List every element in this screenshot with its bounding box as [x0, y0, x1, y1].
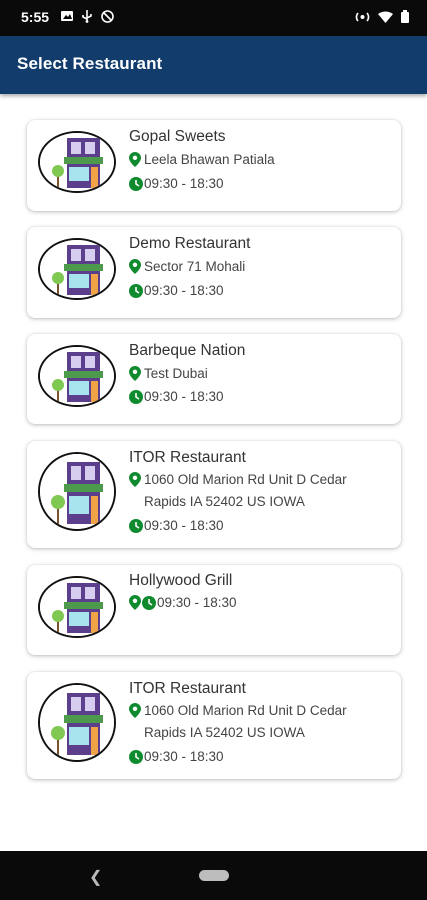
restaurant-card[interactable]: ITOR Restaurant 1060 Old Marion Rd Unit … [27, 441, 401, 548]
back-icon[interactable]: ❮ [89, 867, 102, 887]
system-nav-bar: ❮ [0, 851, 427, 900]
restaurant-name: Barbeque Nation [129, 342, 246, 359]
restaurant-thumbnail [38, 345, 116, 407]
location-pin-icon [129, 259, 141, 274]
restaurant-thumbnail [38, 683, 116, 762]
restaurant-card[interactable]: Barbeque Nation Test Dubai 09:30 - 18:30 [27, 334, 401, 424]
restaurant-hours: 09:30 - 18:30 [144, 389, 224, 404]
store-icon [40, 347, 114, 405]
location-pin-icon [129, 366, 141, 381]
clock-icon [142, 595, 156, 610]
restaurant-name: Demo Restaurant [129, 235, 251, 252]
restaurant-card[interactable]: ITOR Restaurant 1060 Old Marion Rd Unit … [27, 672, 401, 779]
hotspot-icon [355, 11, 370, 22]
restaurant-address: Leela Bhawan Patiala [144, 152, 275, 167]
store-icon [40, 133, 114, 191]
clock-icon [129, 283, 143, 298]
store-icon [40, 240, 114, 298]
app-bar: Select Restaurant [0, 36, 427, 94]
restaurant-hours: 09:30 - 18:30 [144, 283, 224, 298]
store-icon [40, 578, 114, 636]
restaurant-hours: 09:30 - 18:30 [144, 518, 224, 533]
restaurant-address: Test Dubai [144, 366, 208, 381]
restaurant-hours: 09:30 - 18:30 [144, 749, 224, 764]
location-pin-icon [129, 703, 141, 718]
restaurant-name: ITOR Restaurant [129, 449, 246, 466]
page-title: Select Restaurant [17, 54, 163, 73]
restaurant-card[interactable]: Gopal Sweets Leela Bhawan Patiala 09:30 … [27, 120, 401, 211]
restaurant-hours: 09:30 - 18:30 [144, 176, 224, 191]
restaurant-address: Sector 71 Mohali [144, 259, 246, 274]
clock-icon [129, 518, 143, 533]
restaurant-card[interactable]: Demo Restaurant Sector 71 Mohali 09:30 -… [27, 227, 401, 318]
restaurant-hours: 09:30 - 18:30 [157, 595, 237, 610]
image-icon [61, 11, 73, 21]
restaurant-thumbnail [38, 131, 116, 193]
restaurant-name: Hollywood Grill [129, 572, 233, 589]
restaurant-address: 1060 Old Marion Rd Unit D Cedar Rapids I… [144, 703, 347, 740]
restaurant-card[interactable]: Hollywood Grill 09:30 - 18:30 [27, 565, 401, 655]
status-time: 5:55 [21, 9, 50, 25]
restaurant-address: 1060 Old Marion Rd Unit D Cedar Rapids I… [144, 472, 347, 509]
store-icon [40, 685, 114, 760]
clock-icon [129, 176, 143, 191]
usb-icon [82, 10, 92, 23]
clock-icon [129, 389, 143, 404]
restaurant-name: ITOR Restaurant [129, 680, 246, 697]
no-disturb-icon [101, 10, 114, 23]
clock-icon [129, 749, 143, 764]
restaurant-thumbnail [38, 452, 116, 531]
wifi-icon [378, 11, 393, 23]
status-bar: 5:55 [0, 0, 427, 36]
location-pin-icon [129, 472, 141, 487]
battery-icon [401, 10, 409, 23]
restaurant-name: Gopal Sweets [129, 128, 226, 145]
location-pin-icon [129, 595, 141, 610]
restaurant-thumbnail [38, 576, 116, 638]
restaurant-thumbnail [38, 238, 116, 300]
home-icon[interactable] [199, 870, 229, 881]
location-pin-icon [129, 152, 141, 167]
store-icon [40, 454, 114, 529]
